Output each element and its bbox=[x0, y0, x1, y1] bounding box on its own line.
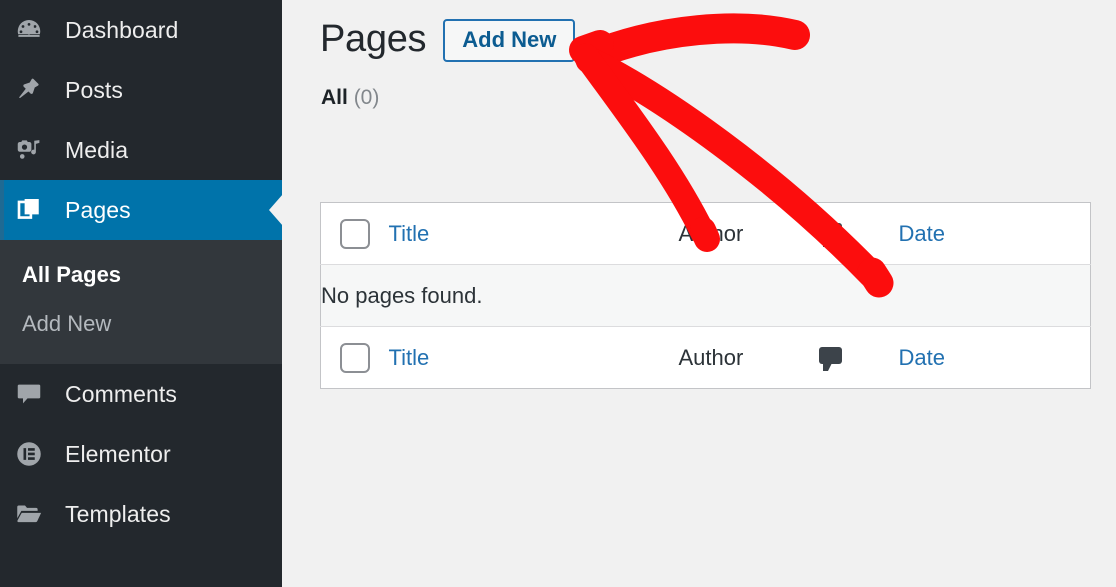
dashboard-gauge-icon bbox=[14, 15, 56, 45]
column-title-footer-cell: Title bbox=[389, 327, 679, 389]
sidebar-item-elementor[interactable]: Elementor bbox=[0, 424, 282, 484]
sidebar-item-posts[interactable]: Posts bbox=[0, 60, 282, 120]
status-filter-list: All (0) bbox=[282, 62, 1116, 110]
submenu-item-all-pages[interactable]: All Pages bbox=[0, 250, 282, 299]
pages-stack-icon bbox=[14, 195, 56, 225]
column-footer-date[interactable]: Date bbox=[899, 345, 945, 370]
sidebar-item-label: Templates bbox=[65, 500, 171, 527]
empty-state-message: No pages found. bbox=[320, 264, 1091, 327]
camera-music-icon bbox=[14, 135, 56, 165]
column-header-date[interactable]: Date bbox=[899, 221, 945, 246]
pushpin-icon bbox=[14, 75, 56, 105]
column-header-title[interactable]: Title bbox=[389, 221, 430, 246]
active-item-notch bbox=[269, 194, 283, 226]
sidebar-item-dashboard[interactable]: Dashboard bbox=[0, 0, 282, 60]
main-content: Pages Add New All (0) Title Author Date … bbox=[282, 0, 1116, 587]
elementor-circle-icon bbox=[14, 439, 56, 469]
table-header-row: Title Author Date bbox=[320, 202, 1091, 265]
column-header-author: Author bbox=[678, 220, 744, 246]
sidebar-item-label: Dashboard bbox=[65, 16, 179, 43]
submenu-item-label: Add New bbox=[22, 310, 112, 336]
open-folder-icon bbox=[14, 499, 56, 529]
column-author-cell: Author bbox=[678, 202, 819, 265]
comment-bubble-icon[interactable] bbox=[818, 222, 842, 247]
pages-list-table: Title Author Date No pages found. Title … bbox=[320, 202, 1091, 389]
column-author-footer-cell: Author bbox=[679, 327, 819, 389]
table-footer-row: Title Author Date bbox=[321, 327, 1091, 389]
sidebar-item-label: Posts bbox=[65, 76, 124, 103]
submenu-item-label: All Pages bbox=[22, 261, 122, 287]
wordpress-admin-screen: Dashboard Posts Media Pages All Pages Ad… bbox=[0, 0, 1116, 587]
column-footer-author: Author bbox=[678, 344, 744, 370]
column-footer-title[interactable]: Title bbox=[389, 345, 430, 370]
pages-submenu: All Pages Add New bbox=[0, 240, 282, 364]
column-comments-footer-cell bbox=[818, 327, 899, 389]
select-all-footer-cell bbox=[321, 327, 389, 389]
sidebar-item-templates[interactable]: Templates bbox=[0, 484, 282, 544]
column-comments-cell bbox=[818, 202, 899, 265]
select-all-checkbox-footer[interactable] bbox=[339, 342, 370, 373]
sidebar-item-label: Media bbox=[65, 136, 129, 163]
sidebar-item-comments[interactable]: Comments bbox=[0, 364, 282, 424]
column-date-cell: Date bbox=[898, 202, 1091, 265]
sidebar-item-pages[interactable]: Pages bbox=[0, 180, 283, 240]
empty-state-row: No pages found. bbox=[320, 264, 1091, 327]
comment-bubble-icon[interactable] bbox=[818, 346, 842, 371]
sidebar-item-media[interactable]: Media bbox=[0, 120, 282, 180]
page-header: Pages Add New bbox=[282, 0, 1116, 62]
select-all-cell bbox=[320, 202, 389, 265]
comment-bubble-icon bbox=[14, 379, 56, 409]
filter-all-link[interactable]: All bbox=[321, 86, 348, 109]
page-title: Pages bbox=[320, 18, 427, 60]
submenu-item-add-new[interactable]: Add New bbox=[0, 299, 282, 348]
sidebar-item-label: Pages bbox=[65, 196, 131, 223]
sidebar-item-label: Elementor bbox=[65, 440, 171, 467]
column-title-cell: Title bbox=[388, 202, 679, 265]
filter-all-count: (0) bbox=[353, 86, 380, 109]
select-all-checkbox[interactable] bbox=[339, 218, 370, 249]
column-date-footer-cell: Date bbox=[899, 327, 1091, 389]
admin-sidebar: Dashboard Posts Media Pages All Pages Ad… bbox=[0, 0, 283, 587]
sidebar-item-label: Comments bbox=[65, 380, 177, 407]
add-new-button[interactable]: Add New bbox=[443, 19, 576, 62]
